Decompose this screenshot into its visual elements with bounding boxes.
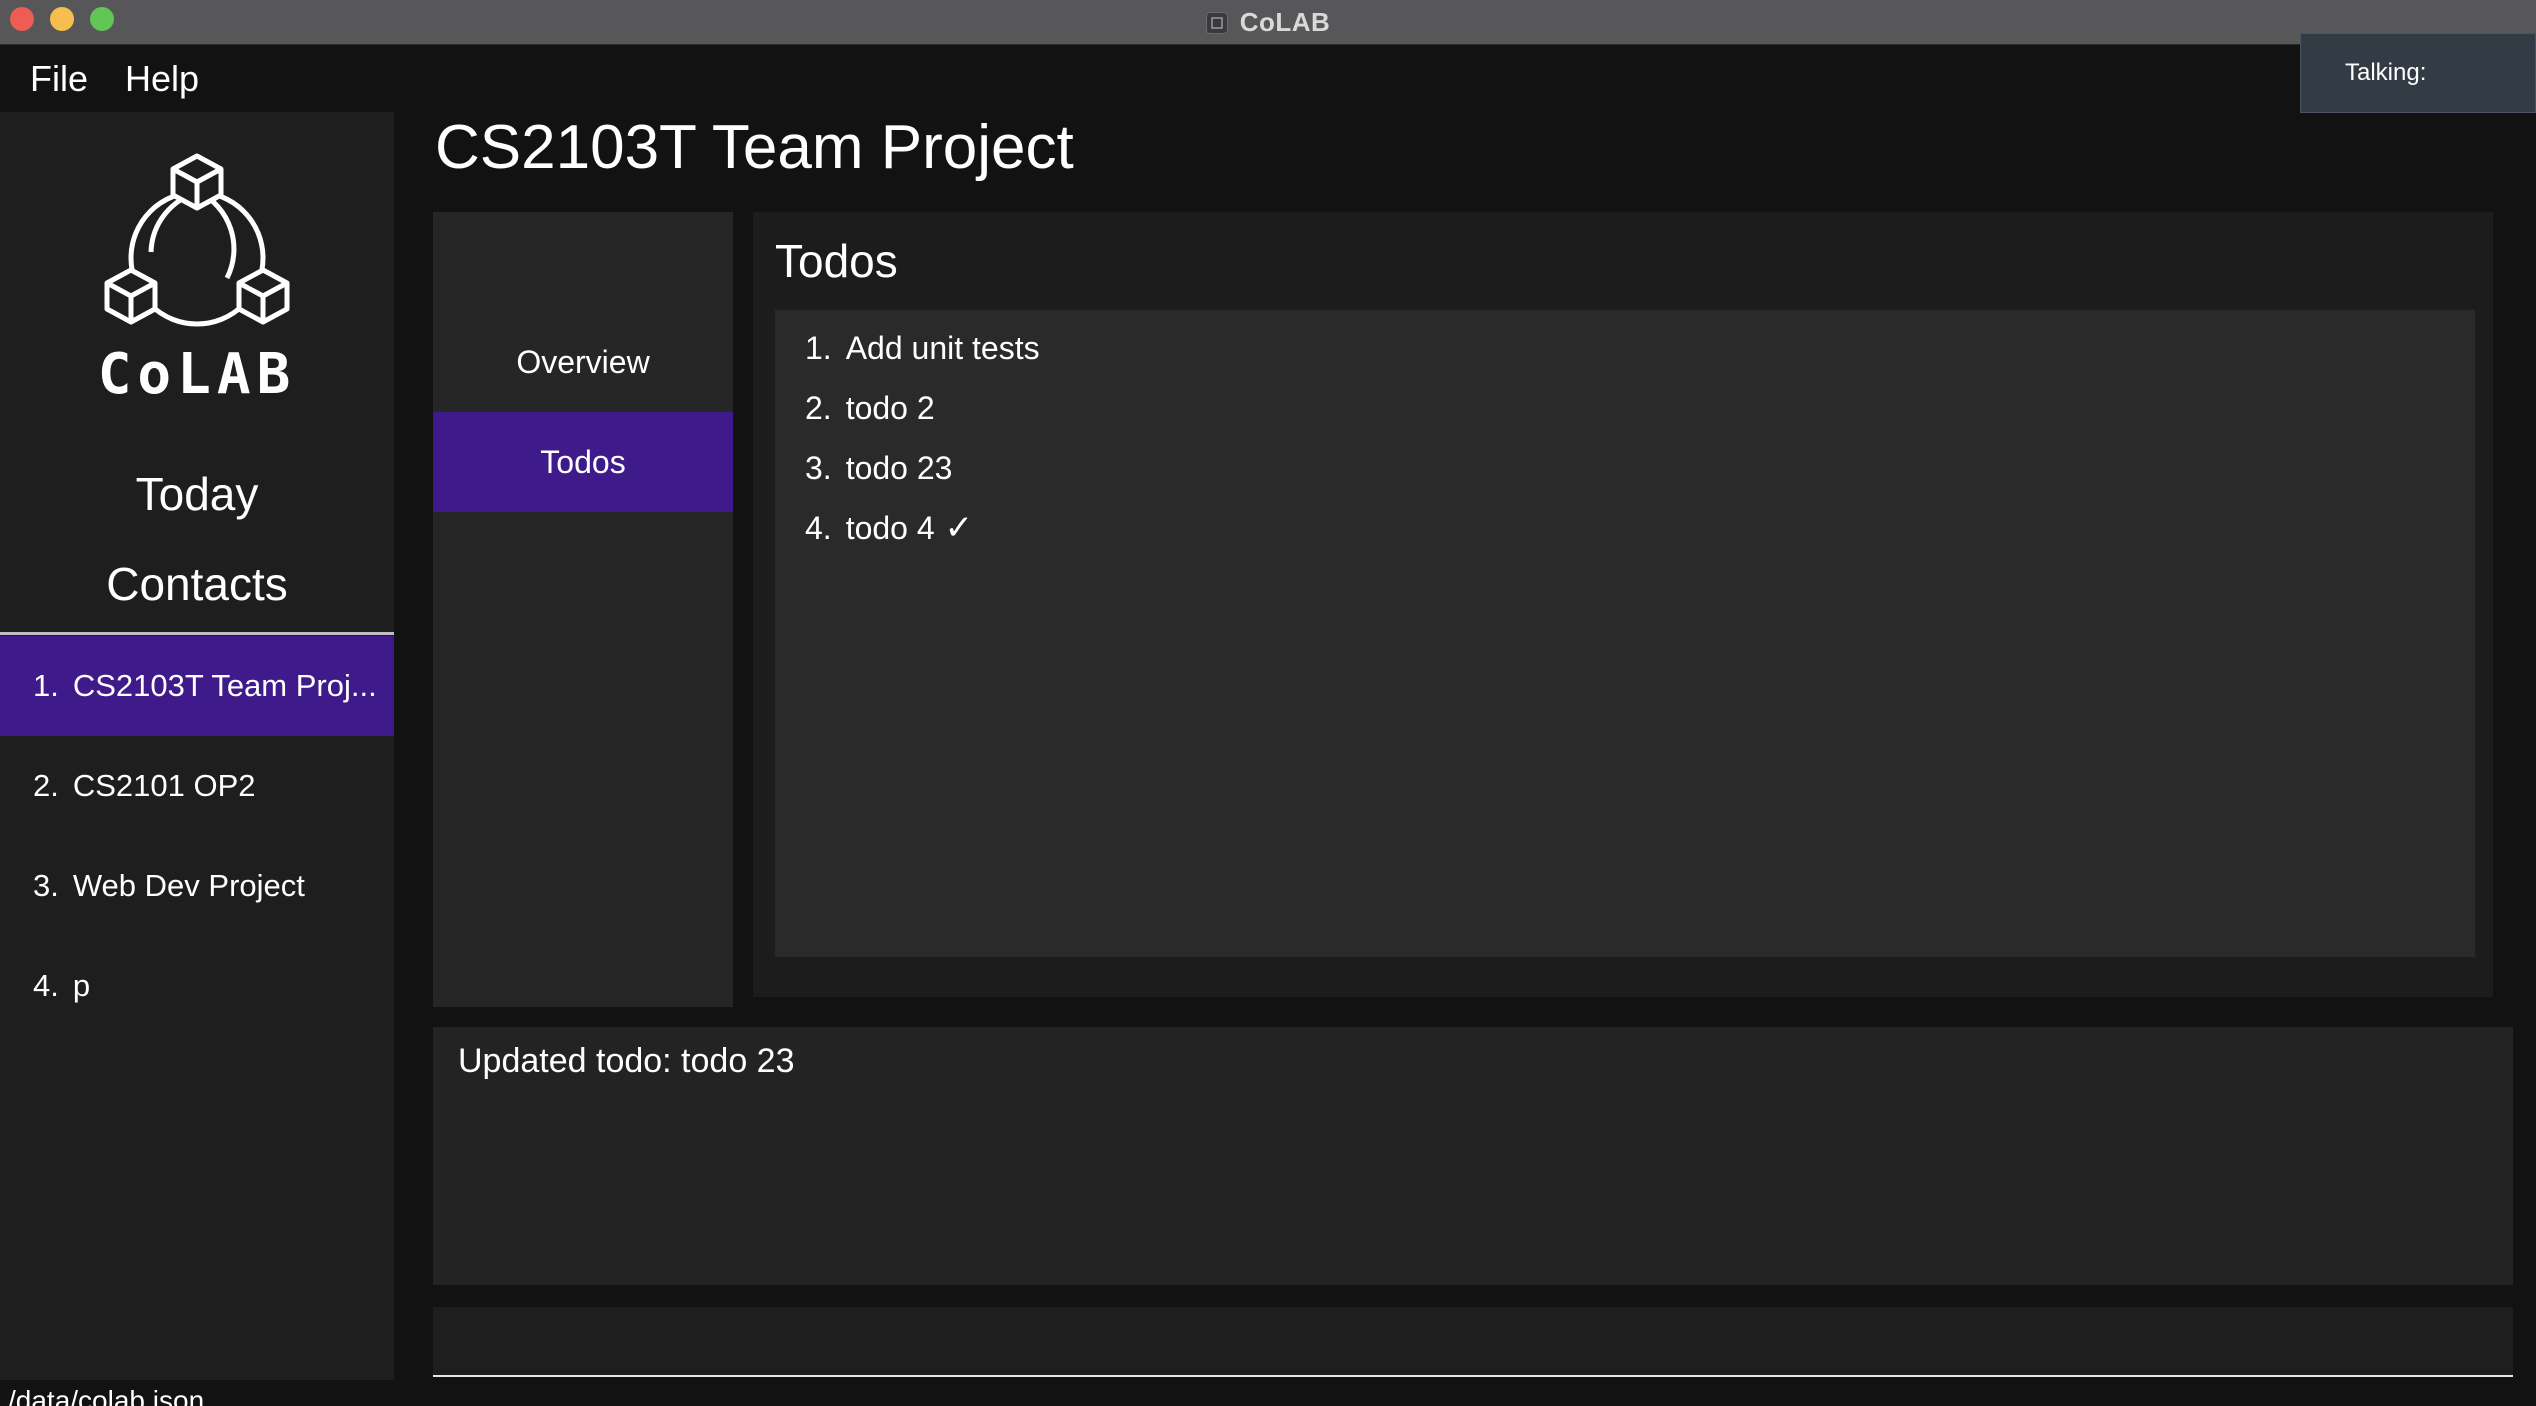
todo-text: todo 23 [845,449,953,486]
project-item[interactable]: 4. p [0,936,394,1036]
todo-number: 4. [805,509,832,546]
sidebar: CoLAB Today Contacts 1. CS2103T Team Pro… [0,112,394,1380]
sidebar-divider [0,632,394,635]
tab-todos[interactable]: Todos [433,412,733,512]
nav-today[interactable]: Today [0,467,394,521]
talking-indicator: Talking: [2300,33,2536,113]
menu-file[interactable]: File [30,58,88,100]
todo-list: 1. Add unit tests 2. todo 2 3. todo 23 4… [805,318,1040,558]
todo-item[interactable]: 1. Add unit tests [805,318,1040,378]
todos-panel: Todos 1. Add unit tests 2. todo 2 3. tod… [753,212,2493,997]
todo-text: todo 2 [845,389,935,426]
todos-title: Todos [775,235,898,287]
menu-help[interactable]: Help [125,58,199,100]
project-item[interactable]: 1. CS2103T Team Proj... [0,636,394,736]
app-logo: CoLAB [0,132,394,432]
talking-label: Talking: [2345,59,2427,86]
logo-text: CoLAB [97,342,297,407]
project-number: 2. [33,768,59,803]
tab-overview[interactable]: Overview [433,312,733,412]
command-input[interactable] [433,1307,2513,1377]
project-name: CS2101 OP2 [72,768,256,803]
colab-logo-icon [104,153,290,327]
project-name: Web Dev Project [72,868,305,903]
project-item[interactable]: 3. Web Dev Project [0,836,394,936]
save-location-path: /data/colab.json [8,1385,205,1406]
project-item[interactable]: 2. CS2101 OP2 [0,736,394,836]
todo-number: 2. [805,389,832,426]
tab-panel: Overview Todos [433,212,733,1007]
todo-list-container[interactable]: 1. Add unit tests 2. todo 2 3. todo 23 4… [775,310,2475,957]
todo-number: 1. [805,329,832,366]
nav-contacts[interactable]: Contacts [0,557,394,611]
project-number: 4. [33,968,59,1003]
result-display: Updated todo: todo 23 [433,1027,2513,1285]
todo-item[interactable]: 2. todo 2 [805,378,1040,438]
menu-bar: File Help [0,46,2536,112]
todo-text: Add unit tests [845,329,1040,366]
result-text: Updated todo: todo 23 [458,1042,795,1080]
todo-text: todo 4 [845,509,935,546]
checkmark-icon: ✓ [944,509,974,547]
todo-item[interactable]: 3. todo 23 [805,438,1040,498]
todo-number: 3. [805,449,832,486]
status-bar: /data/colab.json [0,1380,2536,1406]
project-name: p [72,968,91,1003]
page-title: CS2103T Team Project [435,113,1074,182]
app-icon [1205,11,1228,34]
window-title: CoLAB [1239,7,1331,37]
window-title-group: CoLAB [0,0,2536,45]
todo-item[interactable]: 4. todo 4 ✓ [805,498,1040,558]
project-number: 1. [33,668,59,703]
project-list: 1. CS2103T Team Proj... 2. CS2101 OP2 3.… [0,636,394,1036]
window-title-bar: CoLAB [0,0,2536,45]
project-name: CS2103T Team Proj... [72,668,377,703]
project-number: 3. [33,868,59,903]
